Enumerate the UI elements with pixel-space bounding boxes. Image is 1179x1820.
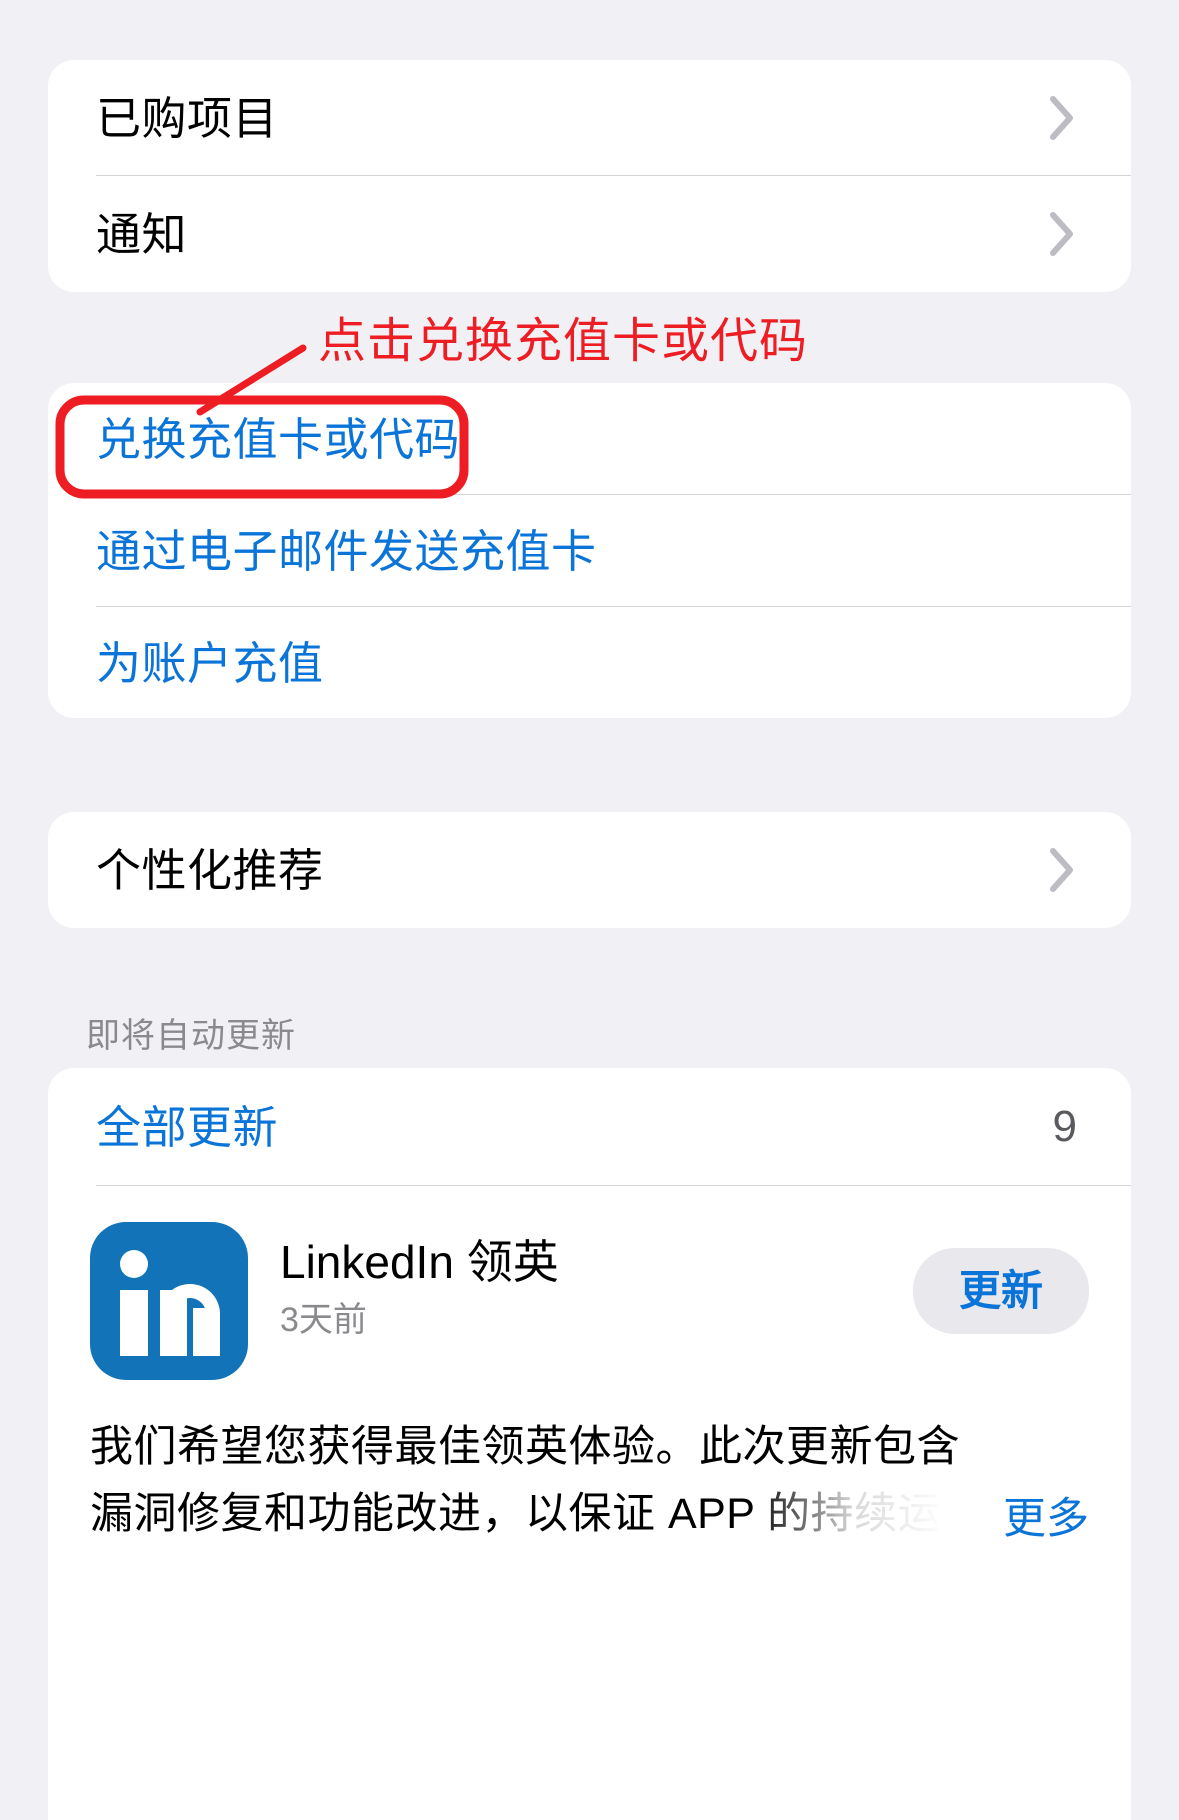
annotation-text: 点击兑换充值卡或代码 [318,315,809,368]
chevron-right-icon [1049,211,1075,257]
purchased-label: 已购项目 [96,92,279,144]
app-update-time: 3天前 [280,1300,367,1339]
send-gift-card-by-email-row[interactable]: 通过电子邮件发送充值卡 [48,495,1131,607]
personalized-recommendations-row[interactable]: 个性化推荐 [48,812,1131,928]
updates-section-card: 全部更新 9 LinkedIn 领英 3天前 更新 我们希望您获得最佳领英体验。… [48,1068,1131,1820]
sidebar-item-purchased[interactable]: 已购项目 [48,60,1131,176]
personalization-section-card: 个性化推荐 [48,812,1131,928]
row-separator [96,1185,1131,1186]
update-count-badge: 9 [1052,1102,1077,1151]
account-section-card: 已购项目 通知 [48,60,1131,292]
app-meta: LinkedIn 领英 3天前 [248,1222,913,1337]
notifications-label: 通知 [96,208,188,260]
personalized-recommendations-label: 个性化推荐 [96,844,324,896]
add-funds-to-account-row[interactable]: 为账户充值 [48,607,1131,719]
app-name: LinkedIn 领英 [280,1236,559,1288]
chevron-right-icon [1049,95,1075,141]
add-funds-to-account-label: 为账户充值 [96,637,324,689]
redeem-gift-card-or-code-row[interactable]: 兑换充值卡或代码 [48,383,1131,495]
update-all-row[interactable]: 全部更新 9 [48,1068,1131,1186]
release-notes-text: 我们希望您获得最佳领英体验。此次更新包含漏洞修复和功能改进，以保证 APP 的持… [90,1423,960,1538]
update-button[interactable]: 更新 [912,1248,1089,1334]
redeem-gift-card-or-code-label: 兑换充值卡或代码 [96,413,461,465]
sidebar-item-notifications[interactable]: 通知 [48,176,1131,292]
app-store-account-screen: 已购项目 通知 兑换充值卡或代码 通过电子邮件发送充值卡 为账户充值 个性化推荐… [0,0,1179,1820]
send-gift-card-by-email-label: 通过电子邮件发送充值卡 [96,525,597,577]
more-link[interactable]: 更多 [993,1484,1089,1546]
app-update-list-item[interactable]: LinkedIn 领英 3天前 更新 [48,1186,1131,1380]
chevron-right-icon [1049,847,1075,893]
release-notes-wrap: 我们希望您获得最佳领英体验。此次更新包含漏洞修复和功能改进，以保证 APP 的持… [48,1380,1131,1548]
giftcard-section-card: 兑换充值卡或代码 通过电子邮件发送充值卡 为账户充值 [48,383,1131,718]
upcoming-auto-updates-header: 即将自动更新 [86,1017,296,1055]
update-all-label: 全部更新 [96,1101,279,1153]
linkedin-icon [90,1222,248,1380]
